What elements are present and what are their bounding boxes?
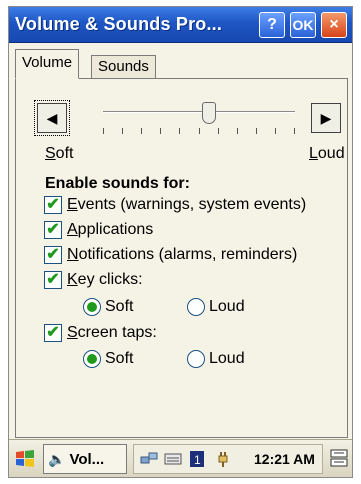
radio-screen-taps-soft[interactable]: Soft <box>83 350 133 368</box>
radio-screen-taps-loud[interactable]: Loud <box>187 350 245 368</box>
help-button[interactable]: ? <box>259 12 285 38</box>
checkbox-key-clicks-box[interactable]: ✔ <box>44 271 62 289</box>
slider-tick <box>275 128 276 134</box>
volume-down-button[interactable]: ◀ <box>34 100 70 136</box>
checkbox-screen-taps-label: Screen taps: <box>67 324 157 341</box>
radio-selected-dot <box>87 302 97 312</box>
svg-text:1: 1 <box>194 453 201 467</box>
checkbox-notifications-label: Notifications (alarms, reminders) <box>67 246 298 263</box>
start-windows-flag-icon[interactable] <box>13 447 37 471</box>
checkbox-applications[interactable]: ✔ Applications <box>44 221 153 239</box>
system-tray: 1 12:21 AM <box>133 444 323 474</box>
slider-tick <box>160 128 161 134</box>
radio-screen-taps-loud-label: Loud <box>209 350 245 367</box>
slider-tick <box>218 128 219 134</box>
radio-key-clicks-loud[interactable]: Loud <box>187 298 245 316</box>
power-plug-icon[interactable] <box>214 450 232 468</box>
right-arrow-icon: ▶ <box>320 109 332 126</box>
radio-key-clicks-soft[interactable]: Soft <box>83 298 133 316</box>
tab-sounds[interactable]: Sounds <box>91 55 156 79</box>
checkbox-notifications-box[interactable]: ✔ <box>44 246 62 264</box>
checkbox-screen-taps[interactable]: ✔ Screen taps: <box>44 324 157 342</box>
enable-sounds-heading: Enable sounds for: <box>45 175 190 192</box>
clock[interactable]: 12:21 AM <box>254 451 315 467</box>
taskbar: 🔈 Vol... 1 12:21 AM <box>9 439 352 477</box>
checkbox-events-label: Events (warnings, system events) <box>67 196 307 213</box>
keyboard-icon[interactable] <box>164 450 182 468</box>
slider-tick <box>179 128 180 134</box>
volume-slider-track[interactable] <box>103 111 295 113</box>
slider-tick <box>103 128 104 134</box>
checkbox-applications-label: Applications <box>67 221 154 238</box>
device-window: Volume & Sounds Pro... ? OK × Volume Sou… <box>8 6 353 478</box>
radio-key-clicks-loud-label: Loud <box>209 298 245 315</box>
checkbox-events-box[interactable]: ✔ <box>44 196 62 214</box>
slider-tick <box>237 128 238 134</box>
radio-key-clicks-soft-label: Soft <box>105 298 134 315</box>
radio-screen-taps-soft-label: Soft <box>105 350 134 367</box>
radio-screen-taps-soft-circle[interactable] <box>83 350 101 368</box>
network-icon[interactable] <box>140 450 158 468</box>
slider-tick <box>256 128 257 134</box>
checkbox-key-clicks[interactable]: ✔ Key clicks: <box>44 271 143 289</box>
volume-soft-label: Soft <box>45 145 74 162</box>
checkbox-applications-box[interactable]: ✔ <box>44 221 62 239</box>
radio-screen-taps-loud-circle[interactable] <box>187 350 205 368</box>
tab-volume[interactable]: Volume <box>15 49 80 79</box>
input-panel-icon[interactable] <box>329 448 349 468</box>
slider-tick <box>199 128 200 134</box>
radio-selected-dot <box>87 354 97 364</box>
volume-slider-ticks <box>103 128 295 134</box>
task-button-volume[interactable]: 🔈 Vol... <box>43 444 127 474</box>
speaker-icon: 🔈 <box>48 450 66 467</box>
window-title: Volume & Sounds Pro... <box>15 14 223 34</box>
slider-tick <box>122 128 123 134</box>
slider-tick <box>141 128 142 134</box>
checkbox-events[interactable]: ✔ Events (warnings, system events) <box>44 196 306 214</box>
close-button[interactable]: × <box>321 12 347 38</box>
slider-tick <box>294 128 295 134</box>
volume-up-button[interactable]: ▶ <box>311 103 341 133</box>
radio-key-clicks-soft-circle[interactable] <box>83 298 101 316</box>
ok-button[interactable]: OK <box>290 12 316 38</box>
volume-loud-label: Loud <box>309 145 345 162</box>
task-button-label: Vol... <box>69 450 105 468</box>
left-arrow-icon: ◀ <box>46 109 58 126</box>
radio-key-clicks-loud-circle[interactable] <box>187 298 205 316</box>
checkbox-notifications[interactable]: ✔ Notifications (alarms, reminders) <box>44 246 297 264</box>
checkbox-key-clicks-label: Key clicks: <box>67 271 143 288</box>
volume-slider-thumb[interactable] <box>202 102 216 124</box>
checkbox-screen-taps-box[interactable]: ✔ <box>44 324 62 342</box>
title-bar: Volume & Sounds Pro... ? OK × <box>9 7 352 43</box>
input-mode-icon[interactable]: 1 <box>188 450 206 468</box>
